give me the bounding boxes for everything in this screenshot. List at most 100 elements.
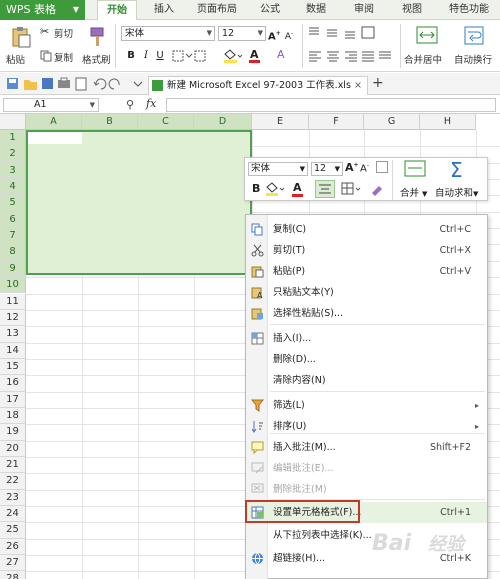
menu-item-shortcut: Ctrl+X bbox=[439, 245, 471, 256]
function-icon[interactable]: fx bbox=[146, 97, 156, 110]
row-header-13[interactable]: 13 bbox=[0, 326, 26, 343]
mini-shrink-font-button[interactable]: A- bbox=[360, 162, 369, 174]
tab-data[interactable]: 数据 bbox=[298, 0, 334, 20]
menu-item-edit-comment: 编辑批注(E)... bbox=[246, 458, 487, 479]
menu-item-comment[interactable]: 插入批注(M)... Shift+F2 bbox=[246, 437, 487, 458]
mini-merge-button[interactable]: 合并 ▼ bbox=[397, 160, 433, 200]
row-header-5[interactable]: 5 bbox=[0, 195, 26, 212]
underline-button[interactable]: U bbox=[154, 48, 166, 63]
tab-view[interactable]: 视图 bbox=[394, 0, 430, 20]
row-header-15[interactable]: 15 bbox=[0, 358, 26, 376]
tab-page-layout[interactable]: 页面布局 bbox=[188, 0, 246, 20]
tab-special[interactable]: 特色功能 bbox=[440, 0, 498, 20]
mini-autosum-button[interactable]: Σ 自动求和▼ bbox=[435, 158, 487, 200]
menu-item-filter[interactable]: 筛选(L) ▸ bbox=[246, 395, 487, 416]
menu-item-copy[interactable]: 复制(C) Ctrl+C bbox=[246, 219, 487, 240]
active-cell[interactable] bbox=[28, 132, 82, 144]
copy-button[interactable]: 复制 bbox=[40, 49, 82, 64]
menu-item-item-6[interactable]: 删除(D)... bbox=[246, 349, 487, 370]
selected-range[interactable] bbox=[26, 130, 252, 275]
tab-insert[interactable]: 插入 bbox=[146, 0, 182, 20]
row-header-11[interactable]: 11 bbox=[0, 293, 26, 310]
cut-button[interactable]: ✂ 剪切 bbox=[40, 25, 82, 40]
column-header-f[interactable]: F bbox=[309, 114, 364, 130]
row-header-1[interactable]: 1 bbox=[0, 130, 26, 147]
mini-align-center-button[interactable] bbox=[315, 180, 335, 198]
mini-font-color-button[interactable]: A bbox=[291, 181, 311, 197]
column-header-b[interactable]: B bbox=[82, 114, 138, 130]
row-header-8[interactable]: 8 bbox=[0, 244, 26, 261]
menu-item-paste-special[interactable]: 选择性粘贴(S)... bbox=[246, 303, 487, 324]
close-icon[interactable]: × bbox=[354, 77, 362, 94]
menu-item-item-7[interactable]: 清除内容(N) bbox=[246, 370, 487, 391]
row-header-25[interactable]: 25 bbox=[0, 522, 26, 539]
app-menu-button[interactable]: WPS 表格 ▼ bbox=[0, 0, 85, 20]
mini-fill-color-button[interactable] bbox=[265, 182, 287, 196]
font-size-select[interactable]: 12 ▼ bbox=[218, 26, 266, 41]
row-header-19[interactable]: 19 bbox=[0, 424, 26, 441]
row-header-10[interactable]: 10 bbox=[0, 277, 26, 294]
row-header-7[interactable]: 7 bbox=[0, 228, 26, 245]
font-color-button[interactable]: A bbox=[248, 48, 270, 63]
formula-input[interactable] bbox=[166, 98, 496, 112]
row-header-6[interactable]: 6 bbox=[0, 211, 26, 229]
column-header-d[interactable]: D bbox=[194, 114, 252, 130]
row-header-16[interactable]: 16 bbox=[0, 375, 26, 392]
row-header-22[interactable]: 22 bbox=[0, 473, 26, 490]
row-header-18[interactable]: 18 bbox=[0, 407, 26, 425]
column-header-e[interactable]: E bbox=[252, 114, 309, 130]
mini-format-painter-button[interactable] bbox=[369, 181, 385, 197]
row-header-24[interactable]: 24 bbox=[0, 506, 26, 523]
mini-format-icon[interactable] bbox=[376, 161, 388, 173]
row-header-26[interactable]: 26 bbox=[0, 538, 26, 556]
row-header-21[interactable]: 21 bbox=[0, 457, 26, 474]
row-header-14[interactable]: 14 bbox=[0, 342, 26, 359]
mini-font-select[interactable]: 宋体 ▼ bbox=[248, 162, 308, 176]
grow-font-button[interactable]: A+ bbox=[268, 26, 281, 42]
mini-bold-button[interactable]: B bbox=[252, 182, 260, 195]
menu-item-scissors[interactable]: 剪切(T) Ctrl+X bbox=[246, 240, 487, 261]
auto-wrap-button[interactable]: 自动换行 bbox=[452, 24, 498, 68]
row-header-23[interactable]: 23 bbox=[0, 489, 26, 507]
row-header-17[interactable]: 17 bbox=[0, 391, 26, 408]
tab-home[interactable]: 开始 bbox=[97, 0, 137, 20]
fill-color-button[interactable] bbox=[222, 49, 244, 63]
mini-grow-font-button[interactable]: A+ bbox=[345, 161, 359, 174]
row-header-12[interactable]: 12 bbox=[0, 309, 26, 327]
row-header-27[interactable]: 27 bbox=[0, 555, 26, 572]
magnifier-icon[interactable]: ⚲ bbox=[126, 98, 134, 111]
row-header-4[interactable]: 4 bbox=[0, 179, 26, 196]
menu-item-paste-text[interactable]: A 只粘贴文本(Y) bbox=[246, 282, 487, 303]
shrink-font-button[interactable]: A- bbox=[283, 26, 295, 42]
row-header-9[interactable]: 9 bbox=[0, 260, 26, 278]
tab-review[interactable]: 审阅 bbox=[346, 0, 382, 20]
paste-button[interactable]: 粘贴 bbox=[4, 24, 38, 68]
merge-center-button[interactable]: 合并居中 bbox=[404, 24, 450, 68]
name-box[interactable]: A1 ▼ bbox=[3, 98, 99, 112]
row-header-28[interactable]: 28 bbox=[0, 571, 26, 579]
wps-spreadsheet-window: WPS 表格 ▼ 开始 插入 页面布局 公式 数据 审阅 视图 特色功能 粘贴 … bbox=[0, 0, 500, 579]
format-painter-button[interactable]: 格式刷 bbox=[82, 24, 112, 68]
menu-item-insert[interactable]: 插入(I)... bbox=[246, 328, 487, 349]
italic-button[interactable]: I bbox=[140, 48, 152, 63]
alignment-group-icon[interactable] bbox=[307, 26, 397, 66]
quick-access-icons[interactable] bbox=[6, 76, 146, 92]
tab-formulas[interactable]: 公式 bbox=[252, 0, 288, 20]
clear-format-button[interactable]: A bbox=[275, 48, 295, 63]
border-button[interactable] bbox=[172, 50, 208, 62]
row-header-3[interactable]: 3 bbox=[0, 162, 26, 180]
column-header-c[interactable]: C bbox=[138, 114, 194, 130]
row-header-2[interactable]: 2 bbox=[0, 146, 26, 163]
select-all-corner[interactable] bbox=[0, 114, 26, 130]
bold-button[interactable]: B bbox=[125, 48, 137, 63]
document-tab[interactable]: 新建 Microsoft Excel 97-2003 工作表.xls × bbox=[148, 76, 368, 95]
new-tab-plus-icon[interactable]: + bbox=[372, 75, 384, 91]
column-header-h[interactable]: H bbox=[420, 114, 476, 130]
mini-size-select[interactable]: 12 ▼ bbox=[311, 162, 343, 176]
column-header-g[interactable]: G bbox=[364, 114, 420, 130]
row-header-20[interactable]: 20 bbox=[0, 440, 26, 457]
mini-border-button[interactable] bbox=[341, 182, 363, 196]
menu-item-paste[interactable]: 粘贴(P) Ctrl+V bbox=[246, 261, 487, 282]
column-header-a[interactable]: A bbox=[26, 114, 82, 130]
font-family-select[interactable]: 宋体 ▼ bbox=[121, 26, 215, 41]
